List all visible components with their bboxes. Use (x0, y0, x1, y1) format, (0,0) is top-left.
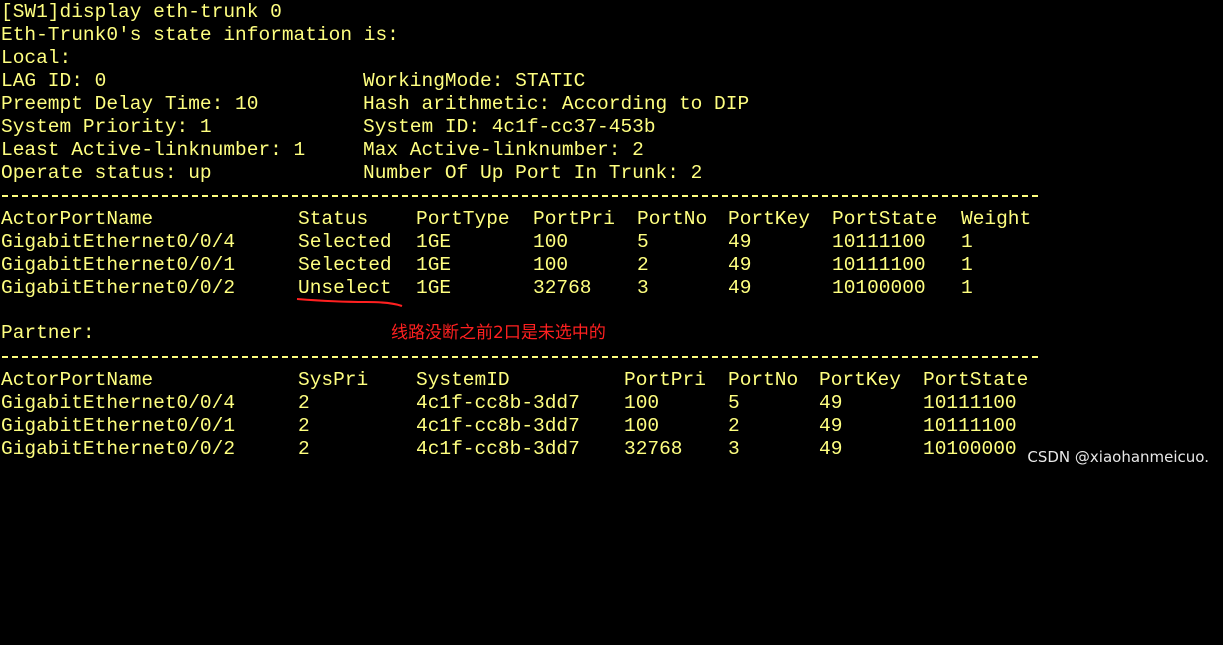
port-state: 10100000 (923, 438, 1017, 460)
column-header: PortState (923, 369, 1029, 391)
port-key: 49 (728, 254, 752, 276)
info-right: Hash arithmetic: According to DIP (363, 93, 750, 115)
port-type: 1GE (416, 254, 452, 276)
port-name: GigabitEthernet0/0/4 (1, 392, 236, 414)
port-weight: 1 (961, 277, 973, 299)
port-no: 2 (637, 254, 649, 276)
port-name: GigabitEthernet0/0/2 (1, 438, 236, 460)
port-type: 1GE (416, 231, 452, 253)
info-right: Max Active-linknumber: 2 (363, 139, 644, 161)
info-row: LAG ID: 0 WorkingMode: STATIC (1, 70, 1101, 93)
info-row: System Priority: 1 System ID: 4c1f-cc37-… (1, 116, 1101, 139)
column-header: PortNo (728, 369, 799, 391)
port-weight: 1 (961, 254, 973, 276)
table-separator (2, 195, 1038, 197)
port-state: 10100000 (832, 277, 926, 299)
annotation-text: 线路没断之前2口是未选中的 (391, 323, 606, 343)
column-header: PortKey (728, 208, 810, 230)
sys-pri: 2 (298, 415, 310, 437)
table-row: GigabitEthernet0/0/4 2 4c1f-cc8b-3dd7 10… (1, 392, 1101, 415)
port-weight: 1 (961, 231, 973, 253)
port-pri: 32768 (533, 277, 592, 299)
column-header: PortNo (637, 208, 708, 230)
state-header: Eth-Trunk0's state information is: (1, 24, 399, 46)
table-row: GigabitEthernet0/0/4 Selected 1GE 100 5 … (1, 231, 1101, 254)
port-no: 5 (637, 231, 649, 253)
column-header: PortType (416, 208, 510, 230)
table-row: GigabitEthernet0/0/2 2 4c1f-cc8b-3dd7 32… (1, 438, 1101, 461)
info-row: Operate status: up Number Of Up Port In … (1, 162, 1101, 185)
column-header: SystemID (416, 369, 510, 391)
column-header: Status (298, 208, 369, 230)
sys-pri: 2 (298, 438, 310, 460)
info-left: Operate status: up (1, 162, 212, 184)
port-state: 10111100 (923, 415, 1017, 437)
port-pri: 32768 (624, 438, 683, 460)
port-state: 10111100 (832, 254, 926, 276)
port-key: 49 (819, 392, 843, 414)
info-right: WorkingMode: STATIC (363, 70, 586, 92)
port-status: Selected (298, 231, 392, 253)
table-row: GigabitEthernet0/0/2 Unselect 1GE 32768 … (1, 277, 1101, 300)
port-name: GigabitEthernet0/0/4 (1, 231, 236, 253)
column-header: PortPri (533, 208, 615, 230)
watermark: CSDN @xiaohanmeicuo. (1027, 448, 1209, 466)
column-header: Weight (961, 208, 1032, 230)
command-line: [SW1]display eth-trunk 0 (1, 1, 282, 23)
info-left: Preempt Delay Time: 10 (1, 93, 259, 115)
port-pri: 100 (533, 231, 569, 253)
system-id: 4c1f-cc8b-3dd7 (416, 415, 580, 437)
column-header: ActorPortName (1, 208, 154, 230)
info-left: LAG ID: 0 (1, 70, 107, 92)
port-state: 10111100 (923, 392, 1017, 414)
info-row: Least Active-linknumber: 1 Max Active-li… (1, 139, 1101, 162)
local-table-header: ActorPortName Status PortType PortPri Po… (1, 208, 1101, 231)
info-left: Least Active-linknumber: 1 (1, 139, 306, 161)
info-row: Preempt Delay Time: 10 Hash arithmetic: … (1, 93, 1101, 116)
sys-pri: 2 (298, 392, 310, 414)
annotation-underline (296, 298, 403, 307)
port-type: 1GE (416, 277, 452, 299)
port-pri: 100 (624, 415, 660, 437)
info-right: System ID: 4c1f-cc37-453b (363, 116, 656, 138)
port-name: GigabitEthernet0/0/1 (1, 415, 236, 437)
port-no: 5 (728, 392, 740, 414)
port-status: Selected (298, 254, 392, 276)
column-header: ActorPortName (1, 369, 154, 391)
terminal-output: [SW1]display eth-trunk 0 Eth-Trunk0's st… (0, 0, 1223, 475)
port-no: 3 (728, 438, 740, 460)
port-key: 49 (819, 438, 843, 460)
column-header: PortState (832, 208, 938, 230)
local-label: Local: (1, 47, 72, 69)
port-key: 49 (728, 277, 752, 299)
port-no: 2 (728, 415, 740, 437)
port-key: 49 (819, 415, 843, 437)
port-no: 3 (637, 277, 649, 299)
column-header: SysPri (298, 369, 369, 391)
port-pri: 100 (533, 254, 569, 276)
table-row: GigabitEthernet0/0/1 2 4c1f-cc8b-3dd7 10… (1, 415, 1101, 438)
port-state: 10111100 (832, 231, 926, 253)
partner-table-header: ActorPortName SysPri SystemID PortPri Po… (1, 369, 1101, 392)
port-pri: 100 (624, 392, 660, 414)
table-separator (2, 356, 1038, 358)
column-header: PortKey (819, 369, 901, 391)
system-id: 4c1f-cc8b-3dd7 (416, 438, 580, 460)
table-row: GigabitEthernet0/0/1 Selected 1GE 100 2 … (1, 254, 1101, 277)
port-key: 49 (728, 231, 752, 253)
partner-label: Partner: (1, 322, 95, 344)
info-left: System Priority: 1 (1, 116, 212, 138)
system-id: 4c1f-cc8b-3dd7 (416, 392, 580, 414)
info-right: Number Of Up Port In Trunk: 2 (363, 162, 703, 184)
port-name: GigabitEthernet0/0/1 (1, 254, 236, 276)
port-name: GigabitEthernet0/0/2 (1, 277, 236, 299)
column-header: PortPri (624, 369, 706, 391)
